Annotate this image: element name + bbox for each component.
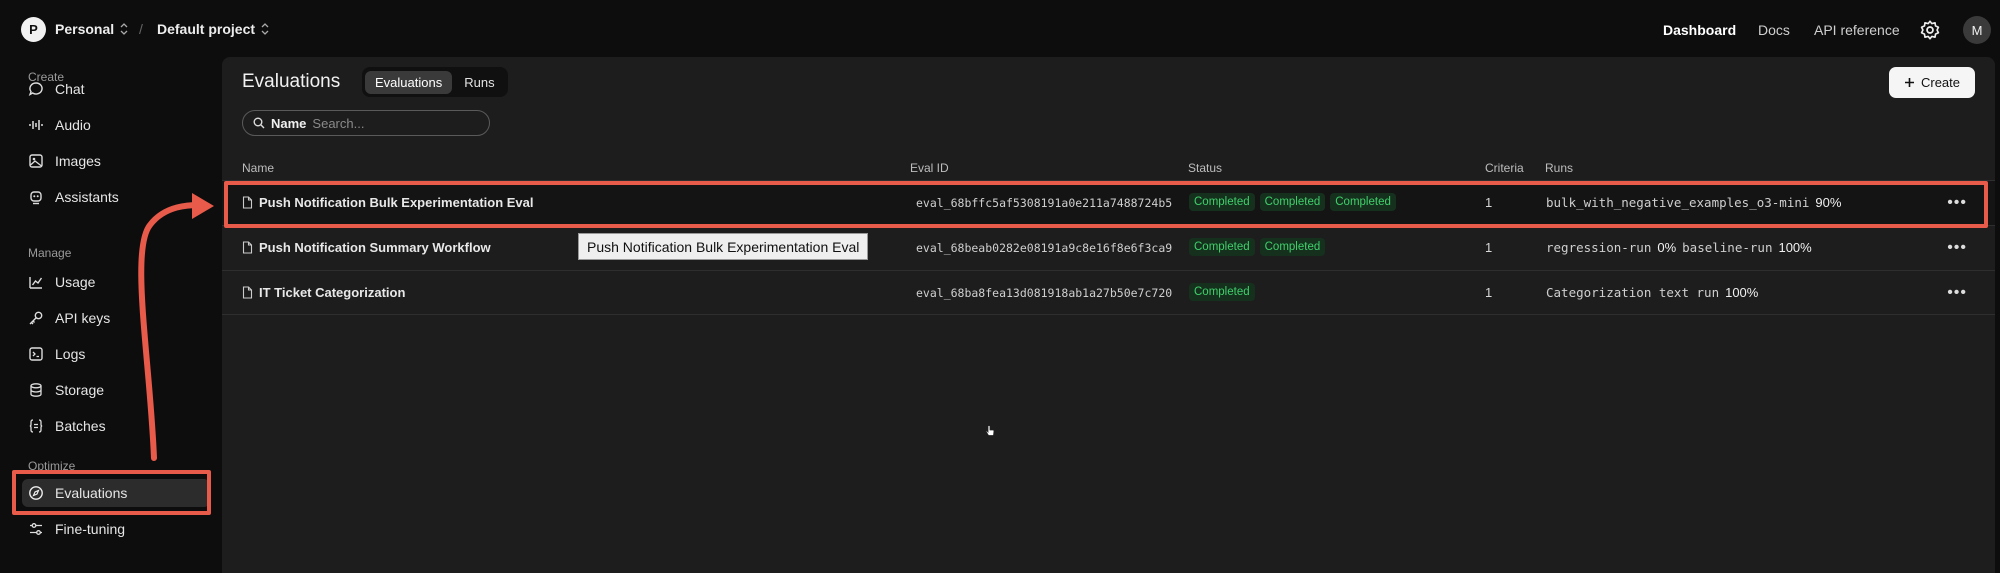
key-icon: [29, 311, 43, 325]
status-badge: Completed: [1189, 283, 1255, 301]
column-header-status[interactable]: Status: [1188, 161, 1222, 175]
table-row[interactable]: IT Ticket Categorization eval_68ba8fea13…: [222, 270, 1995, 315]
table-header: Name Eval ID Status Criteria Runs: [222, 158, 1995, 180]
eval-name: IT Ticket Categorization: [259, 285, 406, 300]
sidebar-item-label: Batches: [55, 418, 106, 434]
search-label: Name: [271, 115, 307, 131]
more-options-icon[interactable]: •••: [1947, 284, 1967, 302]
run-score: 100%: [1725, 285, 1759, 300]
status-badge: Completed: [1259, 238, 1326, 256]
view-tabs: Evaluations Runs: [362, 67, 508, 97]
sidebar-item-label: Chat: [55, 81, 85, 97]
nav-api-reference[interactable]: API reference: [1814, 22, 1900, 38]
main-panel: Evaluations Evaluations Runs Create Name…: [222, 57, 1995, 573]
nav-dashboard[interactable]: Dashboard: [1663, 22, 1736, 38]
create-button[interactable]: Create: [1889, 67, 1975, 98]
column-header-criteria[interactable]: Criteria: [1485, 161, 1524, 175]
sidebar-item-label: Logs: [55, 346, 86, 362]
column-header-eval-id[interactable]: Eval ID: [910, 161, 949, 175]
document-icon: [242, 286, 253, 299]
sidebar-item-label: Fine-tuning: [55, 521, 126, 537]
plus-icon: [1904, 78, 1914, 87]
more-options-icon[interactable]: •••: [1947, 239, 1967, 257]
org-avatar[interactable]: P: [21, 17, 46, 42]
sidebar-item-api-keys[interactable]: API keys: [28, 304, 213, 332]
sidebar-item-batches[interactable]: Batches: [28, 412, 213, 440]
hand-cursor-icon: [985, 425, 995, 436]
create-button-label: Create: [1920, 75, 1961, 90]
tab-evaluations[interactable]: Evaluations: [365, 70, 453, 94]
project-switcher[interactable]: Default project: [157, 21, 269, 37]
criteria-count: 1: [1485, 285, 1493, 300]
run-name[interactable]: Categorization text run: [1546, 285, 1719, 300]
gear-icon[interactable]: [1919, 19, 1941, 41]
status-cell: Completed Completed: [1189, 238, 1326, 256]
sidebar-item-chat[interactable]: Chat: [28, 75, 213, 103]
org-switcher[interactable]: Personal: [55, 21, 128, 37]
search-field[interactable]: Name: [242, 110, 490, 136]
sidebar-item-label: Usage: [55, 274, 96, 290]
assistant-robot-icon: [30, 191, 42, 205]
top-bar: P Personal / Default project Dashboard D…: [5, 3, 1995, 55]
search-icon: [253, 117, 265, 129]
database-icon: [30, 383, 42, 397]
name-tooltip: Push Notification Bulk Experimentation E…: [578, 233, 869, 260]
audio-waveform-icon: [29, 120, 43, 130]
sidebar-item-label: Audio: [55, 117, 91, 133]
braces-icon: [29, 419, 43, 433]
terminal-icon: [29, 347, 43, 361]
sidebar-item-audio[interactable]: Audio: [28, 111, 213, 139]
eval-name-cell[interactable]: Push Notification Summary Workflow: [242, 240, 491, 255]
run-score: 0%: [1657, 240, 1677, 255]
sidebar-item-assistants[interactable]: Assistants: [28, 183, 213, 211]
annotation-highlight-row: [224, 181, 1988, 228]
chevron-updown-icon: [261, 23, 269, 35]
image-icon: [29, 154, 43, 168]
sliders-icon: [30, 523, 42, 535]
document-icon: [242, 241, 253, 254]
usage-chart-icon: [29, 277, 43, 289]
org-name: Personal: [55, 21, 115, 37]
chevron-updown-icon: [120, 23, 128, 35]
status-cell: Completed: [1189, 283, 1255, 301]
table-row[interactable]: Push Notification Summary Workflow eval_…: [222, 225, 1995, 270]
sidebar-item-logs[interactable]: Logs: [28, 340, 213, 368]
annotation-highlight-evaluations: [12, 470, 211, 515]
column-header-name[interactable]: Name: [242, 161, 274, 175]
sidebar-item-label: Images: [55, 153, 101, 169]
sidebar-item-label: Assistants: [55, 189, 119, 205]
criteria-count: 1: [1485, 240, 1493, 255]
eval-id: eval_68beab0282e08191a9c8e16f8e6f3ca9: [916, 241, 1173, 255]
eval-name-cell[interactable]: IT Ticket Categorization: [242, 285, 405, 300]
sidebar-item-usage[interactable]: Usage: [28, 268, 213, 296]
section-label-manage: Manage: [28, 246, 72, 260]
user-avatar[interactable]: M: [1963, 16, 1991, 44]
sidebar-item-storage[interactable]: Storage: [28, 376, 213, 404]
run-name[interactable]: regression-run: [1546, 240, 1651, 255]
sidebar-item-label: Storage: [55, 382, 105, 398]
runs-cell: regression-run 0% baseline-run 100%: [1546, 240, 1812, 255]
column-header-runs[interactable]: Runs: [1545, 161, 1573, 175]
run-name[interactable]: baseline-run: [1682, 240, 1772, 255]
chat-bubble-icon: [28, 82, 43, 97]
status-badge: Completed: [1189, 238, 1255, 256]
breadcrumb-separator: /: [139, 21, 143, 37]
project-name: Default project: [157, 21, 256, 37]
sidebar-item-fine-tuning[interactable]: Fine-tuning: [28, 515, 213, 543]
search-input[interactable]: [312, 115, 463, 131]
page-title: Evaluations: [242, 71, 341, 92]
eval-name: Push Notification Summary Workflow: [259, 240, 491, 255]
run-score: 100%: [1778, 240, 1812, 255]
runs-cell: Categorization text run 100%: [1546, 285, 1758, 300]
nav-docs[interactable]: Docs: [1758, 22, 1790, 38]
eval-id: eval_68ba8fea13d081918ab1a27b50e7c720: [916, 286, 1173, 300]
sidebar-item-label: API keys: [55, 310, 111, 326]
tab-runs[interactable]: Runs: [454, 71, 504, 94]
sidebar-item-images[interactable]: Images: [28, 147, 213, 175]
